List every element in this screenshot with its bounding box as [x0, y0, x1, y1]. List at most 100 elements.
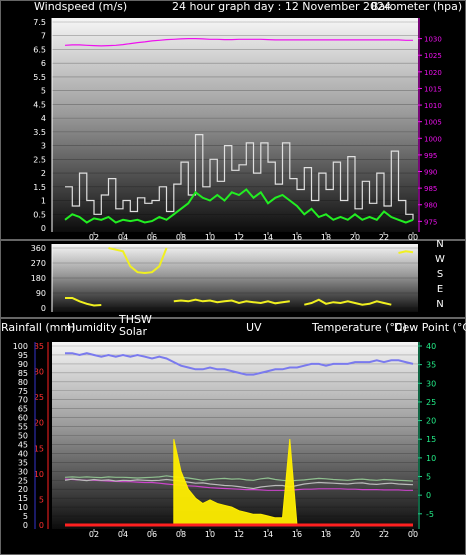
wind-y-tick-label: 4.5 — [33, 100, 46, 109]
label-solar: Solar — [119, 325, 148, 338]
wind-y-tick-label: 1.5 — [33, 183, 46, 192]
temperature-y-tick-label: -5 — [426, 510, 434, 519]
label-rainfall: Rainfall (mm) — [1, 321, 75, 334]
temperature-y-tick-label: 30 — [426, 379, 436, 388]
compass-label: W — [435, 254, 445, 265]
weather-x-tick-label: 00 — [408, 530, 418, 539]
weather-x-tick-label: 04 — [118, 530, 128, 539]
humidity-y-tick-label: 95 — [18, 351, 28, 360]
label-humidity: Humidity — [67, 321, 117, 334]
compass-label: S — [437, 269, 443, 280]
humidity-y-tick-label: 20 — [18, 485, 28, 494]
wind-y-tick-label: 1 — [41, 197, 46, 206]
wind-y-tick-label: 0.5 — [33, 210, 46, 219]
humidity-y-tick-label: 50 — [18, 432, 28, 441]
wind-y-tick-label: 3.5 — [33, 128, 46, 137]
temperature-y-tick-label: 20 — [426, 417, 436, 426]
wind-y-tick-label: 5.5 — [33, 73, 46, 82]
barometer-y-tick-label: 1005 — [424, 119, 442, 127]
wind-panel-background — [52, 18, 418, 232]
wind-y-tick-label: 4 — [41, 114, 46, 123]
wind-x-tick-label: 00 — [408, 233, 418, 242]
wind-x-tick-label: 18 — [321, 233, 331, 242]
humidity-y-tick-label: 35 — [18, 458, 28, 467]
temperature-y-tick-label: 0 — [426, 491, 431, 500]
weather-x-tick-label: 20 — [350, 530, 360, 539]
weather-x-tick-label: 10 — [205, 530, 215, 539]
humidity-y-tick-label: 100 — [13, 342, 28, 351]
compass-label: N — [436, 239, 443, 250]
barometer-y-tick-label: 995 — [424, 152, 437, 160]
wind-x-tick-label: 14 — [263, 233, 273, 242]
humidity-y-tick-label: 80 — [18, 378, 28, 387]
humidity-y-tick-label: 60 — [18, 414, 28, 423]
wind-x-tick-label: 20 — [350, 233, 360, 242]
wind-x-tick-label: 06 — [147, 233, 157, 242]
temperature-y-tick-label: 10 — [426, 454, 436, 463]
direction-y-tick-label: 0 — [41, 304, 46, 313]
wind-y-tick-label: 7.5 — [33, 18, 46, 27]
barometer-y-tick-label: 975 — [424, 218, 437, 226]
weather-x-tick-label: 18 — [321, 530, 331, 539]
weather-x-tick-label: 22 — [379, 530, 389, 539]
barometer-y-tick-label: 1025 — [424, 52, 442, 60]
direction-y-tick-label: 90 — [36, 289, 46, 298]
barometer-y-tick-label: 980 — [424, 202, 437, 210]
weather-graph: Windspeed (m/s) 24 hour graph day : 12 N… — [0, 0, 466, 555]
weather-x-tick-label: 14 — [263, 530, 273, 539]
wind-y-tick-label: 7 — [41, 32, 46, 41]
wind-x-tick-label: 04 — [118, 233, 128, 242]
compass-label: E — [437, 284, 443, 295]
wind-y-tick-label: 2 — [41, 169, 46, 178]
label-temperature: Temperature (°C) — [311, 321, 407, 334]
weather-x-tick-label: 12 — [234, 530, 244, 539]
wind-x-tick-label: 08 — [176, 233, 186, 242]
barometer-y-tick-label: 1010 — [424, 102, 442, 110]
wind-x-tick-label: 22 — [379, 233, 389, 242]
chart-title: 24 hour graph day : 12 November 2024 — [172, 0, 391, 13]
wind-y-tick-label: 6.5 — [33, 45, 46, 54]
humidity-y-tick-label: 25 — [18, 476, 28, 485]
wind-y-tick-label: 5 — [41, 87, 46, 96]
temperature-y-tick-label: 25 — [426, 398, 436, 407]
humidity-y-tick-label: 15 — [18, 494, 28, 503]
temperature-y-tick-label: 40 — [426, 342, 436, 351]
weather-x-tick-label: 06 — [147, 530, 157, 539]
barometer-y-tick-label: 1015 — [424, 85, 442, 93]
humidity-y-tick-label: 0 — [23, 521, 28, 530]
humidity-y-tick-label: 45 — [18, 440, 28, 449]
barometer-y-tick-label: 990 — [424, 169, 437, 177]
wind-x-tick-label: 02 — [89, 233, 99, 242]
direction-y-tick-label: 180 — [31, 274, 46, 283]
humidity-y-tick-label: 40 — [18, 449, 28, 458]
humidity-y-tick-label: 5 — [23, 512, 28, 521]
wind-y-tick-label: 3 — [41, 142, 46, 151]
humidity-y-tick-label: 75 — [18, 387, 28, 396]
direction-y-tick-label: 360 — [31, 244, 46, 253]
barometer-y-tick-label: 1020 — [424, 69, 442, 77]
label-dew-point: Dew Point (°C) — [394, 321, 466, 334]
wind-x-tick-label: 10 — [205, 233, 215, 242]
wind-y-tick-label: 2.5 — [33, 155, 46, 164]
humidity-y-tick-label: 55 — [18, 423, 28, 432]
humidity-y-tick-label: 85 — [18, 369, 28, 378]
barometer-y-tick-label: 985 — [424, 185, 437, 193]
wind-x-tick-label: 12 — [234, 233, 244, 242]
weather-x-tick-label: 02 — [89, 530, 99, 539]
wind-axis-title: Windspeed (m/s) — [34, 0, 127, 13]
weather-x-tick-label: 16 — [292, 530, 302, 539]
label-uv: UV — [246, 321, 262, 334]
humidity-y-tick-label: 65 — [18, 405, 28, 414]
rainfall-y-tick-label: 0 — [39, 521, 44, 530]
barometer-y-tick-label: 1000 — [424, 135, 442, 143]
humidity-y-tick-label: 30 — [18, 467, 28, 476]
rainfall-y-tick-label: 5 — [39, 495, 44, 504]
compass-label: N — [436, 299, 443, 310]
weather-x-tick-label: 08 — [176, 530, 186, 539]
wind-x-tick-label: 16 — [292, 233, 302, 242]
wind-y-tick-label: 6 — [41, 59, 46, 68]
temperature-y-tick-label: 35 — [426, 361, 436, 370]
humidity-y-tick-label: 10 — [18, 503, 28, 512]
temperature-y-tick-label: 15 — [426, 435, 436, 444]
direction-y-tick-label: 270 — [31, 259, 46, 268]
